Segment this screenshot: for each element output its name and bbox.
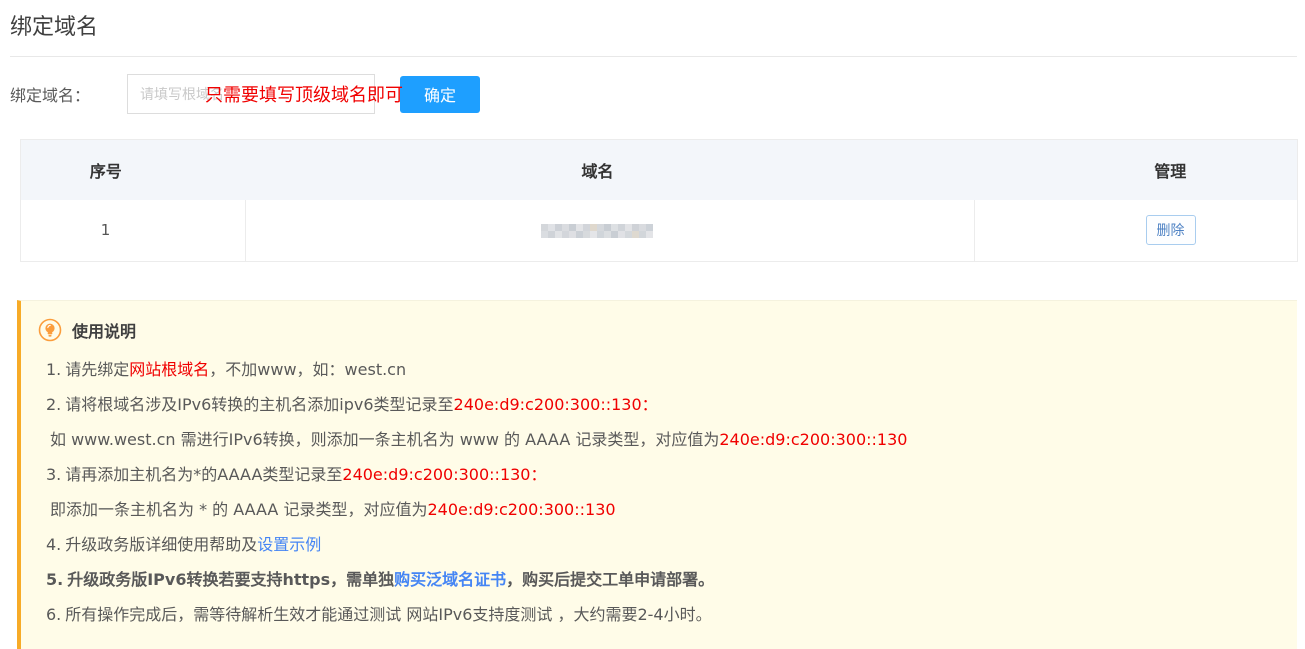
notice-item-number: 5. <box>46 570 63 589</box>
notice-text: 即添加一条主机名为 * 的 AAAA 记录类型，对应值为 <box>50 500 427 519</box>
notice-item-number: 2. <box>46 395 61 414</box>
notice-link[interactable]: 购买泛域名证书 <box>394 570 506 589</box>
lightbulb-icon <box>38 318 62 342</box>
notice-text: 网站根域名 <box>129 360 209 379</box>
notice-text: 如 www.west.cn 需进行IPv6转换，则添加一条主机名为 www 的 … <box>50 430 719 449</box>
notice-link[interactable]: 设置示例 <box>257 535 321 554</box>
notice-text: 240e:d9:c200:300::130 <box>427 500 615 519</box>
row-domain-cell <box>246 200 975 262</box>
notice-item-line: 1.请先绑定网站根域名，不加www，如：west.cn <box>38 352 1277 387</box>
notice-item-line: 如 www.west.cn 需进行IPv6转换，则添加一条主机名为 www 的 … <box>38 422 1277 457</box>
bind-domain-label: 绑定域名： <box>10 82 127 106</box>
notice-text: 请再添加主机名为*的AAAA类型记录至 <box>65 465 342 484</box>
column-header-manage: 管理 <box>975 140 1298 200</box>
header-divider <box>10 56 1297 57</box>
table-header-row: 序号 域名 管理 <box>21 140 1298 200</box>
row-index-cell: 1 <box>21 200 246 262</box>
table-row: 1 删除 <box>21 200 1298 262</box>
notice-item-line: 2.请将根域名涉及IPv6转换的主机名添加ipv6类型记录至240e:d9:c2… <box>38 387 1277 422</box>
bound-domains-table: 序号 域名 管理 1 删除 <box>20 139 1298 262</box>
notice-text: 240e:d9:c200:300::130 <box>719 430 907 449</box>
notice-item-number: 3. <box>46 465 61 484</box>
notice-item-line: 4.升级政务版详细使用帮助及设置示例 <box>38 527 1277 562</box>
page-title: 绑定域名 <box>0 0 1305 44</box>
bind-domain-form: 绑定域名： 只需要填写顶级域名即可 确定 <box>10 74 1305 114</box>
notice-item-line: 6.所有操作完成后，需等待解析生效才能通过测试 网站IPv6支持度测试 ，大约需… <box>38 597 1277 632</box>
notice-item-line: 5.升级政务版IPv6转换若要支持https，需单独购买泛域名证书，购买后提交工… <box>38 562 1277 597</box>
notice-text: 240e:d9:c200:300::130： <box>454 395 658 414</box>
confirm-button[interactable]: 确定 <box>400 76 480 113</box>
notice-text: 请先绑定 <box>65 360 129 379</box>
notice-text: 升级政务版详细使用帮助及 <box>65 535 257 554</box>
domain-redacted-mosaic <box>541 224 654 238</box>
notice-item-number: 1. <box>46 360 61 379</box>
notice-list: 1.请先绑定网站根域名，不加www，如：west.cn2.请将根域名涉及IPv6… <box>38 352 1277 632</box>
notice-title: 使用说明 <box>72 318 136 342</box>
column-header-domain: 域名 <box>246 140 975 200</box>
notice-item-line: 3.请再添加主机名为*的AAAA类型记录至240e:d9:c200:300::1… <box>38 457 1277 492</box>
notice-text: 请将根域名涉及IPv6转换的主机名添加ipv6类型记录至 <box>65 395 453 414</box>
page-header: 绑定域名 <box>0 0 1305 57</box>
notice-item-line: 即添加一条主机名为 * 的 AAAA 记录类型，对应值为240e:d9:c200… <box>38 492 1277 527</box>
notice-text: 所有操作完成后，需等待解析生效才能通过测试 网站IPv6支持度测试 ，大约需要2… <box>65 605 711 624</box>
notice-item-number: 6. <box>46 605 61 624</box>
domain-input[interactable] <box>127 74 375 114</box>
notice-text: 240e:d9:c200:300::130： <box>342 465 546 484</box>
notice-item-number: 4. <box>46 535 61 554</box>
delete-button[interactable]: 删除 <box>1146 215 1196 245</box>
column-header-index: 序号 <box>21 140 246 200</box>
notice-text: ，购买后提交工单申请部署。 <box>506 570 714 589</box>
notice-text: 升级政务版IPv6转换若要支持https，需单独 <box>67 570 394 589</box>
usage-notice-panel: 使用说明 1.请先绑定网站根域名，不加www，如：west.cn2.请将根域名涉… <box>17 300 1297 649</box>
notice-header: 使用说明 <box>38 318 1277 342</box>
notice-text: ，不加www，如：west.cn <box>209 360 406 379</box>
row-manage-cell: 删除 <box>975 200 1298 262</box>
